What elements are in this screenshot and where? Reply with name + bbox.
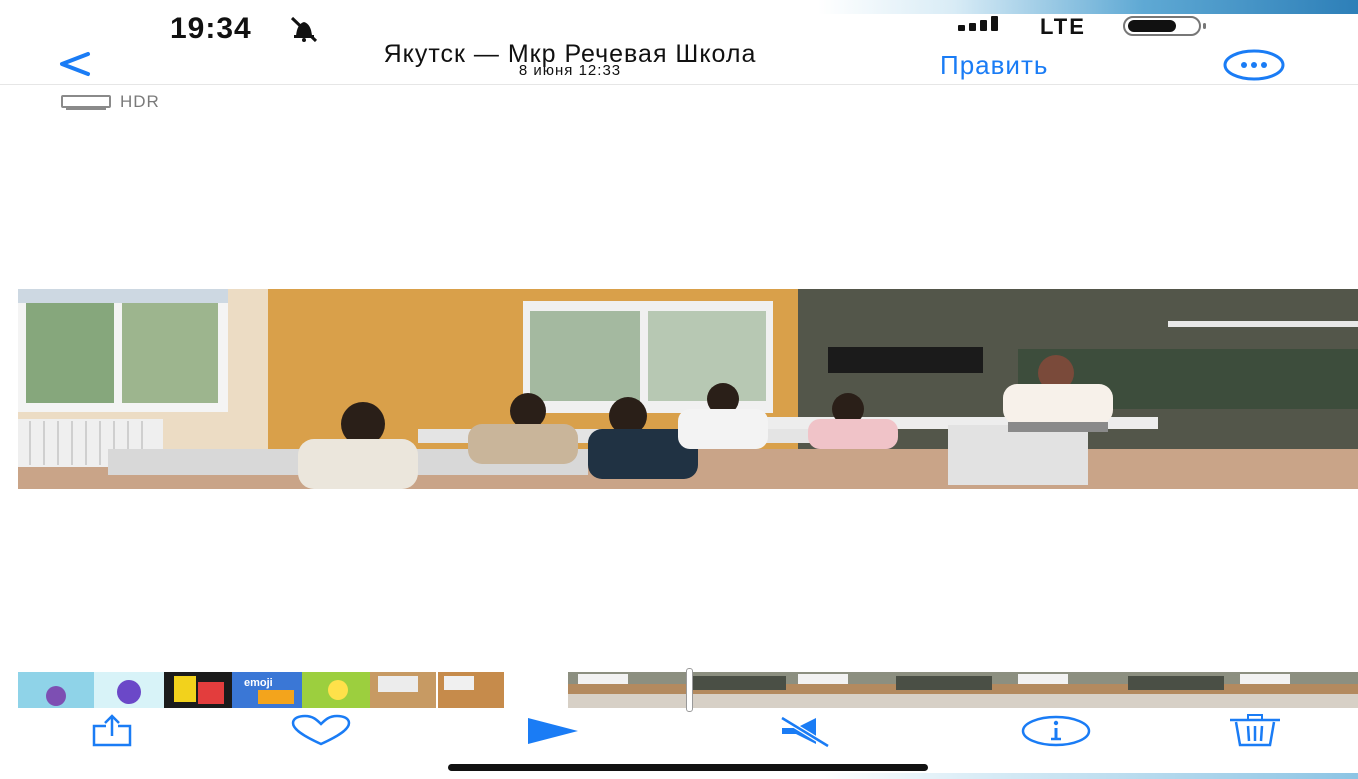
edit-button[interactable]: Править [940, 50, 1048, 81]
hdr-badge: HDR [60, 92, 160, 112]
heart-icon[interactable] [287, 714, 355, 748]
bell-muted-icon [290, 16, 318, 42]
decorative-corner-top [818, 0, 1358, 14]
share-icon[interactable] [88, 714, 136, 748]
nav-divider [0, 84, 1358, 85]
back-chevron-icon[interactable] [54, 46, 94, 82]
emoji-thumb-label: emoji [244, 677, 273, 689]
classroom-photo[interactable] [18, 289, 1358, 489]
nav-subtitle: 8 июня 12:33 [518, 62, 622, 79]
filmstrip-scrubber[interactable] [686, 668, 693, 712]
battery-icon [1123, 16, 1206, 36]
trash-icon[interactable] [1226, 714, 1284, 748]
home-indicator[interactable] [448, 764, 928, 771]
play-icon[interactable] [526, 714, 580, 748]
mute-icon[interactable] [776, 714, 832, 748]
signal-icon [958, 16, 998, 31]
info-icon[interactable] [1020, 714, 1092, 748]
hdr-icon [61, 95, 111, 110]
hdr-label: HDR [120, 92, 160, 111]
network-label: LTE [1040, 14, 1086, 39]
more-ellipsis-icon[interactable] [1222, 48, 1286, 82]
decorative-corner-bottom [818, 773, 1358, 779]
